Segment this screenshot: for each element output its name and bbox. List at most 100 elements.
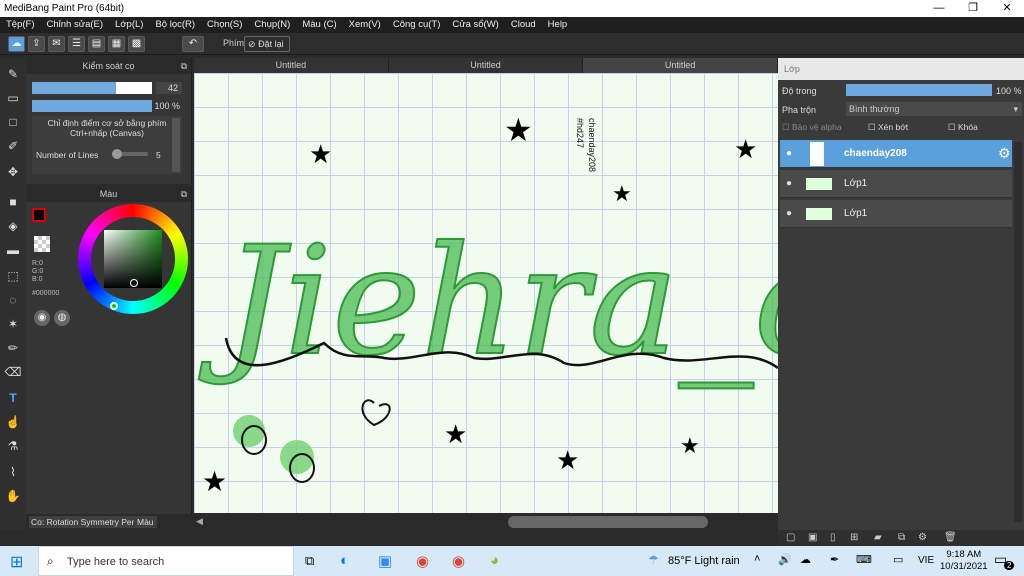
horizontal-scrollbar[interactable]: ◀ (194, 513, 778, 531)
language-indicator[interactable]: VIE (918, 555, 934, 566)
settings-icon[interactable]: ⚙ (918, 532, 927, 543)
menu-help[interactable]: Help (542, 17, 574, 33)
visibility-icon[interactable]: ● (786, 178, 792, 189)
eyedropper-icon[interactable]: ⌇ (3, 462, 23, 482)
transparent-swatch[interactable] (34, 236, 50, 252)
menu-select[interactable]: Chọn(S) (201, 17, 248, 33)
brush-opacity-value[interactable]: 100 % (152, 100, 184, 112)
tab-color[interactable]: Màu (134, 516, 157, 528)
new-layer-icon[interactable]: ▢ (786, 532, 795, 543)
menu-capture[interactable]: Chụp(N) (248, 17, 296, 33)
gear-icon[interactable]: ⚙ (998, 145, 1011, 162)
magic-wand-icon[interactable]: ✶ (3, 314, 23, 334)
merge-icon[interactable]: ⧉ (898, 532, 905, 543)
palette-icon[interactable]: ◉ (34, 310, 50, 326)
move-icon[interactable]: ✥ (3, 162, 23, 182)
brush-size-slider[interactable] (32, 82, 152, 94)
layer-opacity-slider[interactable] (846, 84, 992, 96)
palette-add-icon[interactable]: ◍ (54, 310, 70, 326)
scroll-thumb[interactable] (508, 516, 708, 528)
canvas[interactable]: Jiehra_ch chaenday208 #hd247 ★ ★ ★ ★ ★ ★… (194, 73, 778, 513)
foreground-color-swatch[interactable] (32, 208, 46, 222)
menu-layer[interactable]: Lớp(L) (109, 17, 149, 33)
windows-icon[interactable]: ⊞ (10, 552, 23, 572)
task-view-icon[interactable]: ⧉ (305, 553, 314, 569)
comment-icon[interactable]: ✉ (48, 36, 65, 52)
visibility-icon[interactable]: ● (786, 208, 792, 219)
brush-size-value[interactable]: 42 (156, 82, 182, 94)
close-button[interactable]: ✕ (990, 0, 1024, 17)
weather-text[interactable]: 85°F Light rain (668, 555, 740, 567)
tab-untitled-3[interactable]: Untitled (583, 58, 779, 73)
hint-scrollbar[interactable] (172, 118, 180, 172)
blend-select[interactable]: Bình thường ▾ (846, 102, 1022, 116)
tab-untitled-2[interactable]: Untitled (389, 58, 584, 73)
popout-icon[interactable]: ⧉ (181, 58, 187, 74)
medibang-icon[interactable]: ◕ (490, 552, 499, 569)
scroll-left-icon[interactable]: ◀ (196, 516, 203, 527)
undo-icon[interactable]: ↶ (182, 36, 204, 52)
chevron-up-icon[interactable]: ˄ (754, 553, 760, 565)
search-box[interactable]: ⌕ Type here to search (38, 546, 294, 576)
visibility-icon[interactable]: ● (786, 148, 792, 159)
trash-icon[interactable]: 🗑 (944, 532, 957, 543)
edge-icon[interactable]: ◐ (340, 552, 349, 569)
select-pen-icon[interactable]: ✏ (3, 338, 23, 358)
layer-item[interactable]: ● Lớp1 (780, 200, 1012, 228)
operation-icon[interactable]: ☝ (3, 412, 23, 432)
brush-icon[interactable]: ✎ (3, 64, 23, 84)
tab-untitled-1[interactable]: Untitled (194, 58, 389, 73)
cloud-tray-icon[interactable]: ☁ (800, 553, 811, 566)
network-icon[interactable]: ▭ (893, 553, 903, 566)
bucket-icon[interactable]: ◈ (3, 216, 23, 236)
layer-item[interactable]: ● Lớp1 (780, 170, 1012, 198)
grid-icon[interactable]: ▦ (108, 36, 125, 52)
select-icon[interactable]: ⬚ (3, 266, 23, 286)
menu-window[interactable]: Cửa sổ(W) (446, 17, 504, 33)
rect-icon[interactable]: □ (3, 112, 23, 132)
maximize-button[interactable]: ❐ (956, 0, 990, 17)
pen-tray-icon[interactable]: ✒ (830, 553, 839, 566)
lock-checkbox[interactable]: ☐ Khóa (948, 122, 978, 133)
select-eraser-icon[interactable]: ⌫ (3, 362, 23, 382)
text-icon[interactable]: T (3, 388, 23, 408)
menu-tools[interactable]: Công cụ(T) (387, 17, 447, 33)
lines-slider[interactable] (112, 149, 148, 159)
chrome-icon[interactable]: ◉ (416, 552, 429, 570)
lasso-icon[interactable]: ◌ (3, 290, 23, 310)
chat-icon[interactable]: ☰ (68, 36, 85, 52)
minimize-button[interactable]: — (922, 0, 956, 17)
tool-status[interactable]: Co: Rotation Symmetry Pen (29, 516, 139, 528)
menu-file[interactable]: Tệp(F) (0, 17, 41, 33)
apps-icon[interactable]: ▩ (128, 36, 145, 52)
dropper-icon[interactable]: ⚗ (3, 436, 23, 456)
page-icon[interactable]: ▯ (830, 532, 836, 543)
menu-color[interactable]: Màu (C) (296, 17, 342, 33)
keyboard-icon[interactable]: ⌨ (856, 553, 872, 566)
share-icon[interactable]: ⇪ (28, 36, 45, 52)
layers-scrollbar[interactable] (1014, 142, 1022, 522)
eraser-icon[interactable]: ▭ (3, 88, 23, 108)
menu-filter[interactable]: Bộ lọc(R) (149, 17, 201, 33)
cloud-icon[interactable]: ☁ (8, 36, 25, 52)
color-wheel[interactable] (78, 204, 188, 314)
menu-edit[interactable]: Chỉnh sửa(E) (41, 17, 110, 33)
popout-icon[interactable]: ⧉ (181, 186, 187, 202)
zoom-icon[interactable]: ▣ (378, 552, 392, 570)
document-icon[interactable]: ▤ (88, 36, 105, 52)
volume-icon[interactable]: 🔊 (778, 553, 792, 566)
pen-icon[interactable]: ✐ (3, 136, 23, 156)
chrome-icon[interactable]: ◉ (452, 552, 465, 570)
fill-rect-icon[interactable]: ■ (3, 192, 23, 212)
duplicate-icon[interactable]: ▣ (808, 532, 817, 543)
gradient-icon[interactable]: ▬ (3, 240, 23, 260)
brush-opacity-slider[interactable] (32, 100, 152, 112)
clip-checkbox[interactable]: ☐ Xén bớt (868, 122, 908, 133)
menu-cloud[interactable]: Cloud (505, 17, 542, 33)
layer-item[interactable]: ● chaenday208 ⚙ (780, 140, 1012, 168)
hand-icon[interactable]: ✋ (3, 486, 23, 506)
folder-icon[interactable]: ▰ (874, 532, 882, 543)
clock[interactable]: 9:18 AM 10/31/2021 (940, 549, 988, 573)
menu-view[interactable]: Xem(V) (343, 17, 387, 33)
reset-button[interactable]: ⊘ Đặt lại (244, 36, 290, 52)
